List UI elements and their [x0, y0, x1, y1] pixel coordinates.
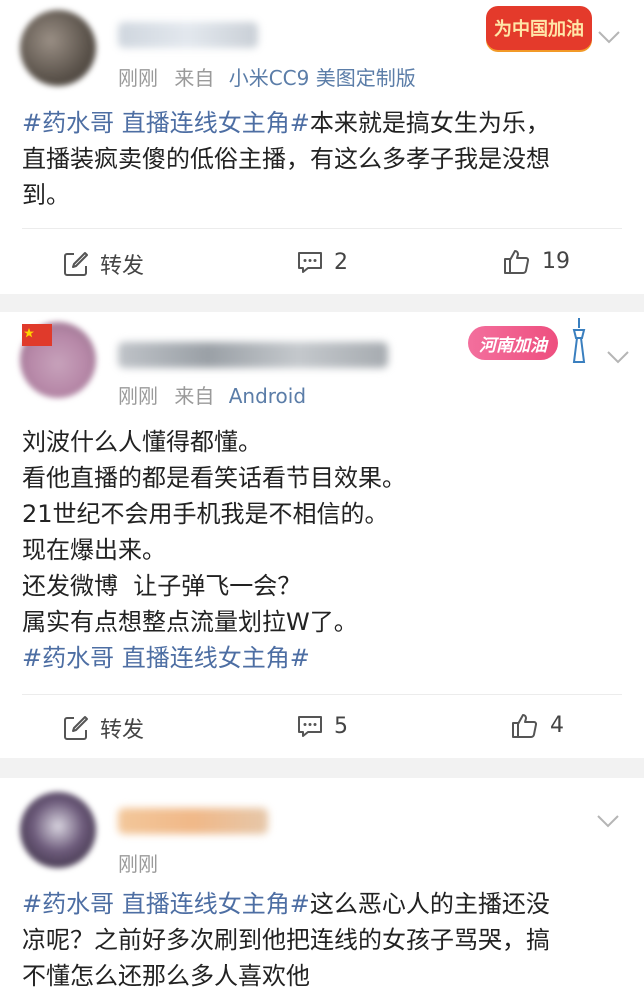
post-body: #药水哥 直播连线女主角#这么恶心人的主播还没 凉呢？之前好多次刷到他把连线的女… — [22, 886, 622, 994]
divider — [22, 694, 622, 695]
post-card: 刚刚 #药水哥 直播连线女主角#这么恶心人的主播还没 凉呢？之前好多次刷到他把连… — [0, 778, 644, 1000]
body-line: 刘波什么人懂得都懂。 — [22, 428, 262, 456]
post-time: 刚刚 — [118, 852, 158, 876]
campaign-badge: 河南加油 — [468, 326, 558, 360]
tower-icon — [572, 318, 586, 363]
comment-button[interactable]: 5 — [296, 712, 348, 740]
body-line: 21世纪不会用手机我是不相信的。 — [22, 500, 389, 528]
body-line: 看他直播的都是看笑话看节目效果。 — [22, 464, 406, 492]
topic-link[interactable]: #药水哥 直播连线女主角# — [22, 644, 310, 672]
repost-button[interactable]: 转发 — [62, 712, 144, 744]
post-body: 刘波什么人懂得都懂。 看他直播的都是看笑话看节目效果。 21世纪不会用手机我是不… — [22, 424, 622, 676]
body-line: 属实有点想整点流量划拉W了。 — [22, 608, 358, 636]
repost-button[interactable]: 转发 — [62, 248, 144, 280]
post-time: 刚刚 — [118, 384, 158, 408]
post-from: 来自 — [174, 66, 215, 90]
repost-icon — [64, 252, 88, 276]
body-line: 现在爆出来。 — [22, 536, 166, 564]
body-line: 还发微博 让子弹飞一会？ — [22, 572, 302, 600]
repost-label: 转发 — [100, 718, 145, 743]
post-card: 河南加油 刚刚 来自 Android 刘波什么人懂得都懂。 看他直播的都是看笑话… — [0, 312, 644, 758]
body-line: #药水哥 直播连线女主角#这么恶心人的主播还没 — [22, 890, 550, 918]
post-source[interactable]: Android — [229, 384, 306, 408]
post-time: 刚刚 — [118, 66, 158, 90]
chevron-down-icon[interactable] — [597, 30, 621, 44]
divider — [22, 228, 622, 229]
username-blurred[interactable] — [118, 342, 388, 368]
campaign-badge: 为中国加油 — [486, 6, 592, 50]
post-separator — [0, 758, 644, 778]
body-line: 到。 — [22, 181, 70, 209]
flag-icon — [22, 324, 52, 346]
like-button[interactable]: 19 — [502, 246, 570, 276]
comment-count: 5 — [334, 713, 348, 739]
post-meta: 刚刚 来自 Android — [118, 380, 306, 409]
post-card: 为中国加油 刚刚 来自 小米CC9 美图定制版 #药水哥 直播连线女主角#本来就… — [0, 0, 644, 294]
post-body: #药水哥 直播连线女主角#本来就是搞女生为乐， 直播装疯卖傻的低俗主播，有这么多… — [22, 105, 622, 213]
body-line: 不懂怎么还那么多人喜欢他 — [22, 962, 310, 990]
post-from: 来自 — [174, 384, 215, 408]
repost-label: 转发 — [100, 254, 145, 279]
comment-icon — [298, 716, 322, 737]
post-separator — [0, 294, 644, 312]
body-line: 凉呢？之前好多次刷到他把连线的女孩子骂哭，搞 — [22, 926, 550, 954]
like-icon — [512, 714, 538, 739]
post-meta: 刚刚 — [118, 848, 158, 877]
username-blurred[interactable] — [118, 22, 258, 48]
repost-icon — [64, 716, 88, 740]
avatar[interactable] — [20, 10, 96, 86]
topic-link[interactable]: #药水哥 直播连线女主角# — [22, 890, 310, 918]
comment-count: 2 — [334, 249, 348, 275]
comment-button[interactable]: 2 — [296, 248, 348, 276]
username-blurred[interactable] — [118, 808, 268, 834]
body-line: #药水哥 直播连线女主角# — [22, 640, 622, 676]
chevron-down-icon[interactable] — [596, 814, 620, 828]
chevron-down-icon[interactable] — [606, 350, 630, 364]
avatar[interactable] — [20, 792, 96, 868]
like-icon — [504, 250, 530, 275]
like-count: 19 — [542, 248, 570, 274]
like-button[interactable]: 4 — [510, 710, 564, 740]
topic-link[interactable]: #药水哥 直播连线女主角# — [22, 109, 310, 137]
post-meta: 刚刚 来自 小米CC9 美图定制版 — [118, 62, 416, 91]
post-source[interactable]: 小米CC9 美图定制版 — [229, 66, 416, 90]
comment-icon — [298, 252, 322, 273]
like-count: 4 — [550, 712, 564, 738]
body-line: #药水哥 直播连线女主角#本来就是搞女生为乐， — [22, 109, 550, 137]
body-line: 直播装疯卖傻的低俗主播，有这么多孝子我是没想 — [22, 145, 550, 173]
